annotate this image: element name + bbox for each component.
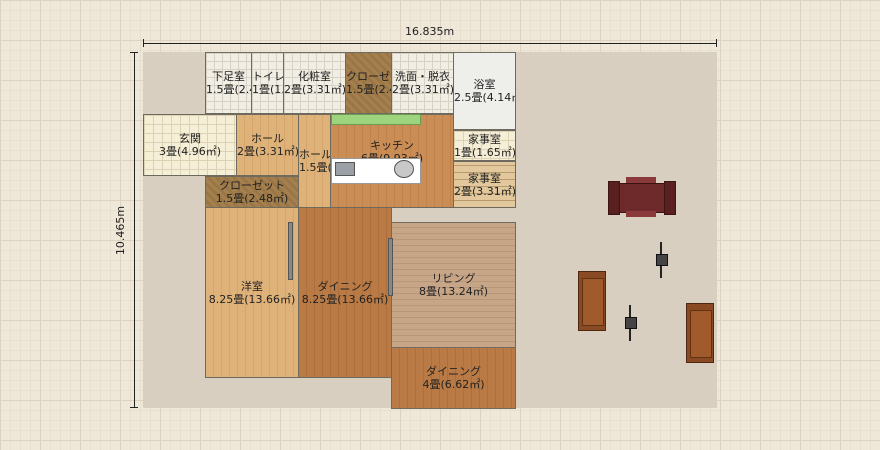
floor-plan-canvas[interactable]: 16.835m 10.465m 下足室1.5畳(2.48㎡) トイレ1畳(1.6…	[0, 0, 880, 450]
room-name: クローゼット	[219, 179, 285, 192]
room-area: 8.25畳(13.66㎡)	[208, 292, 296, 306]
room-area: 8.25畳(13.66㎡)	[301, 292, 389, 306]
sofa-icon[interactable]	[686, 303, 714, 363]
room-area: 4畳(6.62㎡)	[422, 378, 485, 391]
height-dimension-tick-top	[130, 52, 138, 53]
room-dining-1[interactable]: ダイニング 8.25畳(13.66㎡)	[298, 207, 392, 378]
room-hall-1[interactable]: ホール 2畳(3.31㎡)	[236, 114, 299, 176]
room-area: 2.5畳(4.14㎡)	[454, 91, 515, 104]
room-name: ホール	[251, 132, 284, 145]
room-name: トイレ	[252, 70, 284, 83]
stove-icon	[394, 160, 414, 178]
height-dimension-tick-bottom	[130, 407, 138, 408]
room-living[interactable]: リビング 8畳(13.24㎡)	[391, 222, 516, 348]
room-kajishitsu-1[interactable]: 家事室 1畳(1.65㎡)	[453, 130, 516, 161]
room-youshitsu[interactable]: 洋室 8.25畳(13.66㎡)	[205, 207, 299, 378]
dining-table-icon[interactable]	[608, 177, 676, 217]
room-area: 2畳(3.31㎡)	[454, 184, 516, 198]
room-name: キッチン	[370, 138, 414, 152]
room-hall-2[interactable]: ホール1.5畳(2.48㎡)	[298, 114, 331, 208]
height-dimension-label: 10.465m	[114, 205, 128, 256]
room-closet-mid[interactable]: クローゼット 1.5畳(2.48㎡)	[205, 176, 299, 208]
room-kajishitsu-2[interactable]: 家事室 2畳(3.31㎡)	[453, 161, 516, 208]
kitchen-counter	[331, 114, 421, 125]
room-name: ホール	[299, 148, 331, 161]
width-dimension-tick-right	[716, 39, 717, 47]
room-genkan[interactable]: 玄関 3畳(4.96㎡)	[143, 114, 237, 176]
room-name: 浴室	[473, 78, 496, 91]
height-dimension-line	[134, 52, 135, 408]
room-name: 家事室	[468, 171, 501, 185]
room-name: クローゼット	[346, 70, 391, 83]
room-name: 化粧室	[298, 70, 331, 83]
room-name: 玄関	[179, 132, 201, 145]
width-dimension-line	[143, 43, 717, 44]
width-dimension-label: 16.835m	[405, 25, 455, 38]
room-area: 8畳(13.24㎡)	[418, 285, 489, 298]
room-name: 洗面・脱衣	[395, 70, 450, 83]
room-name: リビング	[431, 272, 476, 285]
room-area: 2畳(3.31㎡)	[392, 83, 454, 96]
sofa-icon[interactable]	[578, 271, 606, 331]
room-area: 1.5畳(2.48㎡)	[206, 83, 251, 96]
room-area: 2畳(3.31㎡)	[237, 145, 299, 158]
room-washroom[interactable]: 洗面・脱衣 2畳(3.31㎡)	[391, 52, 454, 114]
room-area: 3畳(4.96㎡)	[158, 145, 222, 158]
room-name: 下足室	[212, 70, 245, 83]
room-name: ダイニング	[317, 279, 373, 293]
room-area: 1.5畳(2.48㎡)	[346, 83, 391, 96]
room-area: 2畳(3.31㎡)	[284, 83, 346, 96]
room-dining-2[interactable]: ダイニング 4畳(6.62㎡)	[391, 347, 516, 409]
room-area: 1畳(1.65㎡)	[454, 145, 516, 159]
room-name: ダイニング	[426, 365, 481, 378]
room-makeup[interactable]: 化粧室 2畳(3.31㎡)	[283, 52, 346, 114]
room-toilet[interactable]: トイレ1畳(1.65㎡)	[251, 52, 284, 114]
sink-icon	[335, 162, 355, 176]
room-shimoashi[interactable]: 下足室1.5畳(2.48㎡)	[205, 52, 252, 114]
room-area: 1.5畳(2.48㎡)	[215, 192, 289, 205]
floor-lamp-icon[interactable]	[656, 242, 668, 278]
door-youshitsu[interactable]	[288, 222, 293, 280]
room-closet-top[interactable]: クローゼット1.5畳(2.48㎡)	[345, 52, 392, 114]
room-bath[interactable]: 浴室2.5畳(4.14㎡)	[453, 52, 516, 130]
room-name: 洋室	[241, 279, 263, 293]
room-area: 1.5畳(2.48㎡)	[299, 161, 331, 174]
room-area: 1畳(1.65㎡)	[252, 83, 283, 96]
floor-lamp-icon[interactable]	[625, 305, 637, 341]
width-dimension-tick-left	[143, 39, 144, 47]
room-name: 家事室	[468, 132, 501, 146]
door-dining[interactable]	[388, 238, 393, 296]
